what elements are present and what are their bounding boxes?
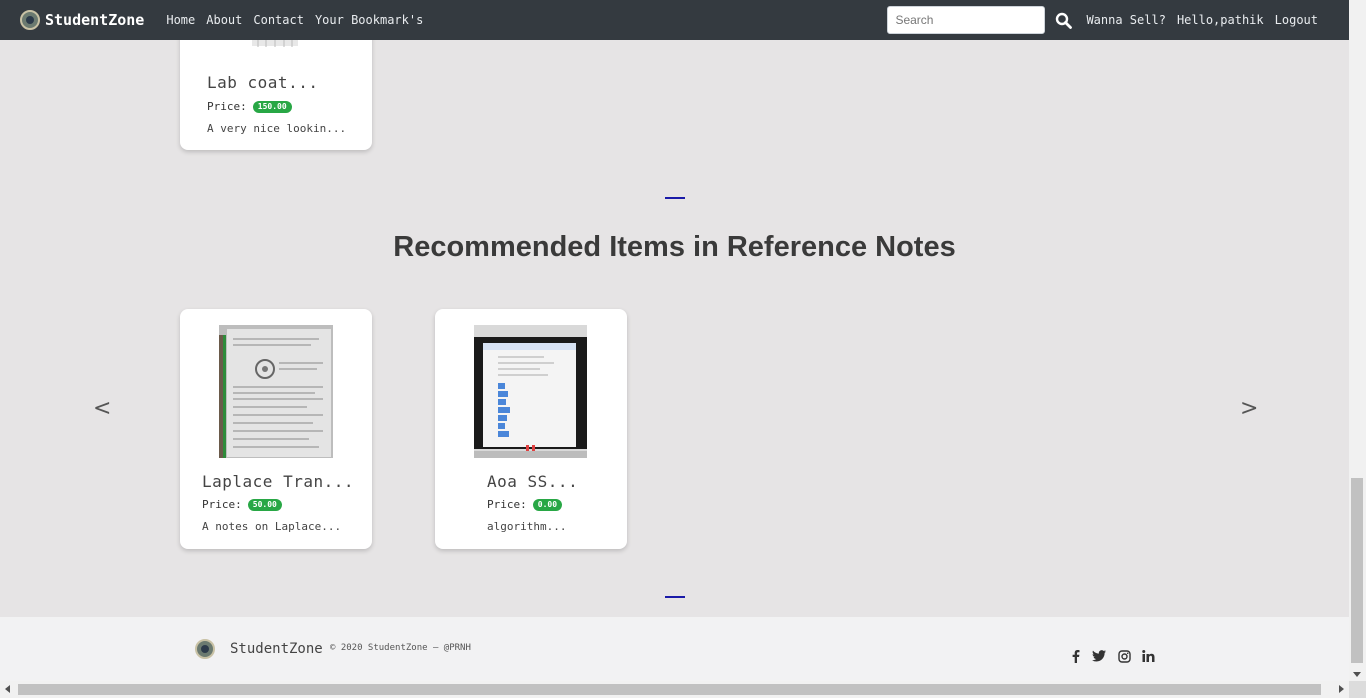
scroll-left-arrow-icon[interactable]	[5, 685, 10, 693]
logout-link[interactable]: Logout	[1275, 13, 1318, 27]
search-icon[interactable]	[1052, 9, 1074, 31]
nav-home-link[interactable]: Home	[166, 13, 195, 27]
price-label: Price:	[202, 498, 242, 511]
top-navbar: StudentZone Home About Contact Your Book…	[0, 0, 1349, 40]
carousel-next-arrow[interactable]: >	[1240, 396, 1258, 421]
footer: StudentZone © 2020 StudentZone — @PRNH	[0, 617, 1349, 681]
nav-about-link[interactable]: About	[206, 13, 242, 27]
footer-copyright: © 2020 StudentZone — @PRNH	[330, 643, 471, 653]
facebook-icon[interactable]	[1069, 649, 1083, 663]
card-description: algorithm...	[487, 520, 567, 533]
brand-name: StudentZone	[45, 11, 145, 29]
card-title[interactable]: Aoa SS...	[487, 472, 578, 491]
section-heading: Recommended Items in Reference Notes	[393, 231, 956, 263]
price-badge: 150.00	[252, 100, 292, 113]
search-input[interactable]	[887, 6, 1046, 34]
linkedin-icon[interactable]	[1141, 649, 1155, 663]
horizontal-scrollbar-thumb[interactable]	[18, 684, 1321, 695]
card-price: Price: 50.00	[202, 498, 282, 511]
card-price: Price: 150.00	[207, 100, 292, 113]
price-label: Price:	[487, 498, 527, 511]
card-price: Price: 0.00	[487, 498, 563, 511]
section-divider	[665, 596, 685, 598]
footer-logo-icon	[195, 639, 215, 659]
brand-logo-icon	[20, 10, 40, 30]
price-badge: 50.00	[247, 498, 282, 511]
vertical-scrollbar[interactable]	[1349, 0, 1366, 681]
footer-brand[interactable]: StudentZone	[230, 641, 323, 657]
product-card-aoa[interactable]: Aoa SS... Price: 0.00 algorithm...	[435, 309, 627, 549]
price-label: Price:	[207, 100, 247, 113]
wanna-sell-link[interactable]: Wanna Sell?	[1086, 13, 1165, 27]
laplace-notes-image[interactable]	[219, 325, 333, 458]
card-description: A notes on Laplace...	[202, 520, 342, 533]
card-description: A very nice lookin...	[207, 122, 347, 135]
carousel-prev-arrow[interactable]: <	[93, 396, 111, 421]
vertical-scrollbar-thumb[interactable]	[1351, 478, 1363, 663]
user-greeting-link[interactable]: Hello,pathik	[1177, 13, 1264, 27]
instagram-icon[interactable]	[1117, 649, 1131, 663]
section-divider	[665, 197, 685, 199]
card-title[interactable]: Lab coat...	[207, 73, 318, 92]
brand-link[interactable]: StudentZone	[20, 10, 144, 30]
twitter-icon[interactable]	[1092, 649, 1106, 663]
aoa-notes-image[interactable]	[474, 325, 587, 458]
scroll-right-arrow-icon[interactable]	[1339, 685, 1344, 693]
nav-bookmarks-link[interactable]: Your Bookmark's	[315, 13, 423, 27]
price-badge: 0.00	[532, 498, 563, 511]
card-title[interactable]: Laplace Tran...	[202, 472, 354, 491]
scrollbar-corner	[1349, 681, 1366, 698]
nav-contact-link[interactable]: Contact	[253, 13, 304, 27]
product-card-laplace[interactable]: Laplace Tran... Price: 50.00 A notes on …	[180, 309, 372, 549]
scroll-down-arrow-icon[interactable]	[1353, 672, 1361, 677]
horizontal-scrollbar[interactable]	[0, 681, 1349, 698]
